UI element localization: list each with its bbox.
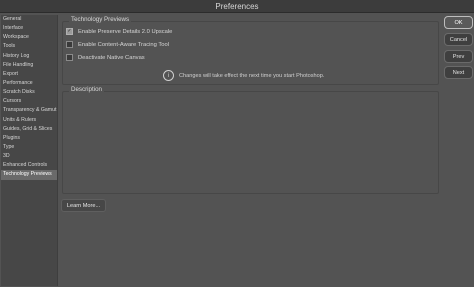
- sidebar-item-interface[interactable]: Interface: [1, 24, 57, 33]
- sidebar-item-3d[interactable]: 3D: [1, 152, 57, 161]
- option-label: Deactivate Native Canvas: [78, 54, 145, 61]
- option-deactivate-native-canvas[interactable]: Deactivate Native Canvas: [66, 54, 145, 61]
- option-label: Enable Preserve Details 2.0 Upscale: [78, 28, 173, 35]
- description-group: Description: [62, 86, 439, 194]
- option-content-aware-tracing[interactable]: Enable Content-Aware Tracing Tool: [66, 41, 169, 48]
- restart-notice: i Changes will take effect the next time…: [163, 70, 324, 81]
- checkmark-icon: ✓: [67, 28, 72, 34]
- restart-notice-text: Changes will take effect the next time y…: [179, 72, 325, 79]
- sidebar-item-performance[interactable]: Performance: [1, 79, 57, 88]
- cancel-button[interactable]: Cancel: [444, 33, 473, 46]
- option-preserve-details[interactable]: ✓ Enable Preserve Details 2.0 Upscale: [66, 28, 172, 35]
- next-button[interactable]: Next: [444, 66, 473, 79]
- description-title: Description: [69, 86, 104, 93]
- sidebar-item-workspace[interactable]: Workspace: [1, 33, 57, 42]
- sidebar-item-general[interactable]: General: [1, 15, 57, 24]
- window-title: Preferences: [215, 1, 259, 11]
- sidebar-item-file-handling[interactable]: File Handling: [1, 61, 57, 70]
- ok-button[interactable]: OK: [444, 16, 473, 29]
- technology-previews-title: Technology Previews: [69, 16, 132, 23]
- checkbox-unchecked[interactable]: [66, 54, 73, 61]
- info-icon: i: [163, 70, 174, 81]
- sidebar-item-guides-grid-slices[interactable]: Guides, Grid & Slices: [1, 125, 57, 134]
- sidebar-item-transparency-gamut[interactable]: Transparency & Gamut: [1, 106, 57, 115]
- sidebar-item-cursors[interactable]: Cursors: [1, 97, 57, 106]
- sidebar-item-enhanced-controls[interactable]: Enhanced Controls: [1, 161, 57, 170]
- checkbox-checked[interactable]: ✓: [66, 28, 73, 35]
- checkbox-unchecked[interactable]: [66, 41, 73, 48]
- learn-more-button[interactable]: Learn More...: [61, 199, 106, 212]
- sidebar-item-scratch-disks[interactable]: Scratch Disks: [1, 88, 57, 97]
- sidebar-item-tools[interactable]: Tools: [1, 42, 57, 51]
- sidebar-item-type[interactable]: Type: [1, 143, 57, 152]
- sidebar: General Interface Workspace Tools Histor…: [1, 15, 58, 286]
- window-titlebar: Preferences: [0, 0, 474, 13]
- sidebar-item-technology-previews[interactable]: Technology Previews: [1, 170, 57, 180]
- sidebar-item-plugins[interactable]: Plugins: [1, 134, 57, 143]
- prev-button[interactable]: Prev: [444, 50, 473, 63]
- sidebar-item-export[interactable]: Export: [1, 70, 57, 79]
- sidebar-item-units-rulers[interactable]: Units & Rulers: [1, 116, 57, 125]
- technology-previews-group: Technology Previews ✓ Enable Preserve De…: [62, 16, 439, 85]
- sidebar-item-history-log[interactable]: History Log: [1, 52, 57, 61]
- option-label: Enable Content-Aware Tracing Tool: [78, 41, 169, 48]
